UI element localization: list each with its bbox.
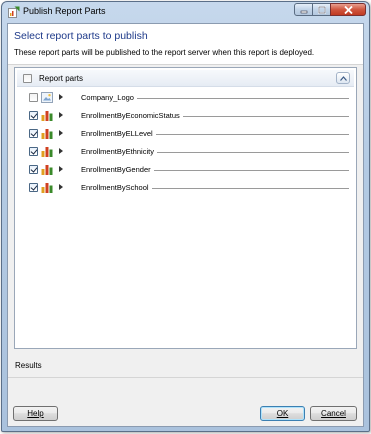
report-part-item[interactable]: EnrollmentByEthnicity xyxy=(29,146,349,158)
item-checkbox[interactable] xyxy=(29,111,38,120)
report-parts-group-header: Report parts xyxy=(17,70,354,87)
item-checkbox[interactable] xyxy=(29,129,38,138)
item-checkbox[interactable] xyxy=(29,93,38,102)
ok-button[interactable]: OK xyxy=(260,406,305,421)
chart-icon xyxy=(41,147,53,157)
item-checkbox[interactable] xyxy=(29,165,38,174)
item-name: Company_Logo xyxy=(81,93,137,102)
header-area: Select report parts to publish These rep… xyxy=(8,24,363,64)
help-button[interactable]: Help xyxy=(13,406,58,421)
report-part-item[interactable]: EnrollmentByEconomicStatus xyxy=(29,110,349,122)
title-bar[interactable]: Publish Report Parts xyxy=(2,2,369,22)
report-part-item[interactable]: Company_Logo xyxy=(29,92,349,104)
page-title: Select report parts to publish xyxy=(14,30,148,42)
expand-arrow-icon[interactable] xyxy=(59,166,63,172)
chart-icon xyxy=(41,129,53,139)
page-description: These report parts will be published to … xyxy=(14,48,315,57)
results-label: Results xyxy=(15,361,42,370)
chart-icon xyxy=(41,111,53,121)
item-name: EnrollmentByELLevel xyxy=(81,129,156,138)
chart-icon xyxy=(41,183,53,193)
chart-icon xyxy=(41,165,53,175)
image-icon xyxy=(41,92,53,103)
close-button[interactable] xyxy=(330,3,366,16)
group-label: Report parts xyxy=(39,74,84,83)
close-icon xyxy=(343,5,353,14)
expand-arrow-icon[interactable] xyxy=(59,112,63,118)
expand-arrow-icon[interactable] xyxy=(59,130,63,136)
footer-divider xyxy=(8,377,363,378)
window-controls xyxy=(294,3,366,17)
item-name: EnrollmentByEconomicStatus xyxy=(81,111,183,120)
expand-arrow-icon[interactable] xyxy=(59,148,63,154)
app-icon xyxy=(8,6,20,18)
window-title: Publish Report Parts xyxy=(23,6,106,16)
report-part-item[interactable]: EnrollmentByGender xyxy=(29,164,349,176)
select-all-checkbox[interactable] xyxy=(23,74,32,83)
cancel-button[interactable]: Cancel xyxy=(310,406,357,421)
item-name: EnrollmentBySchool xyxy=(81,183,152,192)
dialog-window: Publish Report Parts Select report parts… xyxy=(1,1,370,432)
item-checkbox[interactable] xyxy=(29,147,38,156)
dialog-content: Select report parts to publish These rep… xyxy=(7,23,364,427)
collapse-button[interactable] xyxy=(336,72,350,84)
item-name: EnrollmentByEthnicity xyxy=(81,147,157,156)
expand-arrow-icon[interactable] xyxy=(59,94,63,100)
minimize-button[interactable] xyxy=(294,3,313,16)
chevron-up-icon xyxy=(339,75,347,81)
expand-arrow-icon[interactable] xyxy=(59,184,63,190)
header-divider xyxy=(8,64,363,65)
maximize-icon xyxy=(317,5,326,14)
item-name: EnrollmentByGender xyxy=(81,165,154,174)
item-checkbox[interactable] xyxy=(29,183,38,192)
maximize-button[interactable] xyxy=(312,3,331,16)
minimize-icon xyxy=(300,10,307,13)
report-parts-panel: Report parts Company_Logo EnrollmentByEc… xyxy=(14,67,357,349)
report-part-item[interactable]: EnrollmentBySchool xyxy=(29,182,349,194)
report-part-item[interactable]: EnrollmentByELLevel xyxy=(29,128,349,140)
